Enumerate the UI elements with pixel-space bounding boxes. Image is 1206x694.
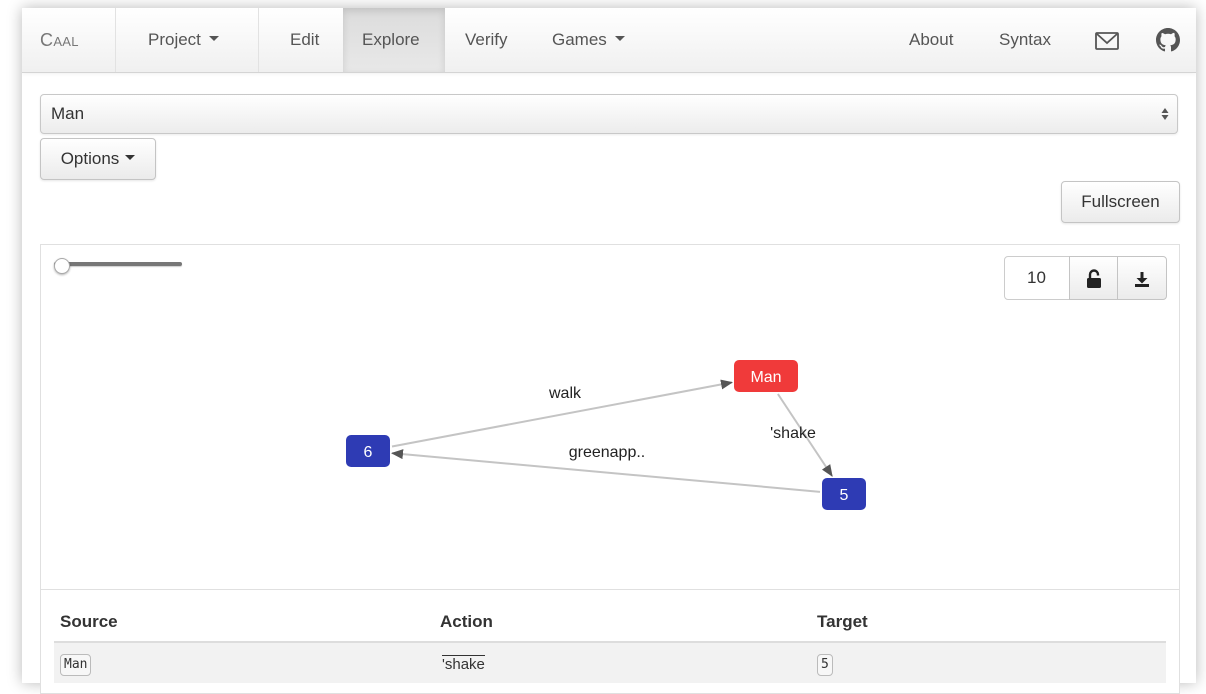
table-header-action: Action xyxy=(440,612,493,631)
graph-node-label: 6 xyxy=(364,444,373,461)
lock-open-icon xyxy=(1087,269,1101,288)
graph-node-5[interactable]: 5 xyxy=(822,478,866,510)
nav-edit[interactable]: Edit xyxy=(290,8,319,72)
graph-panel xyxy=(40,244,1180,694)
nav-verify[interactable]: Verify xyxy=(465,8,508,72)
row-source-tag[interactable]: Man xyxy=(60,654,92,676)
brand-logo[interactable]: CAAL xyxy=(40,8,79,72)
navbar: CAAL Project Edit Explore Verify Games A… xyxy=(22,8,1196,73)
nav-syntax[interactable]: Syntax xyxy=(999,8,1051,72)
panel-separator xyxy=(41,589,1179,590)
graph-node-6[interactable]: 6 xyxy=(346,435,390,467)
github-icon[interactable] xyxy=(1156,28,1182,54)
action-name: shake xyxy=(444,656,485,673)
nav-project-dropdown[interactable]: Project xyxy=(148,8,219,72)
nav-games-label: Games xyxy=(552,30,607,49)
nav-explore[interactable]: Explore xyxy=(362,8,420,72)
row-target-tag[interactable]: 5 xyxy=(817,654,833,676)
graph-node-Man[interactable]: Man xyxy=(734,360,798,392)
envelope-icon[interactable] xyxy=(1094,28,1120,54)
depth-input[interactable]: 10 xyxy=(1004,256,1070,300)
options-dropdown-button[interactable]: Options xyxy=(40,138,156,180)
lock-button[interactable] xyxy=(1069,256,1118,300)
brand-initial: C xyxy=(40,30,54,50)
brand-rest: AAL xyxy=(53,34,79,49)
graph-node-label: Man xyxy=(750,369,781,386)
depth-slider-handle[interactable] xyxy=(54,258,70,274)
graph-node-label: 5 xyxy=(840,487,849,504)
nav-games-dropdown[interactable]: Games xyxy=(552,8,625,72)
row-action: 'shake xyxy=(442,655,485,673)
caret-down-icon xyxy=(125,155,136,161)
table-header-target: Target xyxy=(817,612,868,631)
nav-about[interactable]: About xyxy=(909,8,953,72)
process-select-value: Man xyxy=(51,104,85,123)
table-row[interactable] xyxy=(54,643,1166,683)
table-header-source: Source xyxy=(60,612,118,631)
download-button[interactable] xyxy=(1117,256,1167,300)
fullscreen-button[interactable]: Fullscreen xyxy=(1061,181,1180,223)
depth-slider-track[interactable] xyxy=(54,262,182,266)
nav-divider xyxy=(258,8,259,72)
caret-down-icon xyxy=(208,36,219,42)
process-select[interactable]: Man xyxy=(40,94,1178,134)
download-icon xyxy=(1135,272,1149,287)
select-arrows-icon xyxy=(1161,108,1169,120)
caret-down-icon xyxy=(614,36,625,42)
nav-project-label: Project xyxy=(148,30,201,49)
nav-divider xyxy=(115,8,116,72)
options-label: Options xyxy=(60,149,120,168)
